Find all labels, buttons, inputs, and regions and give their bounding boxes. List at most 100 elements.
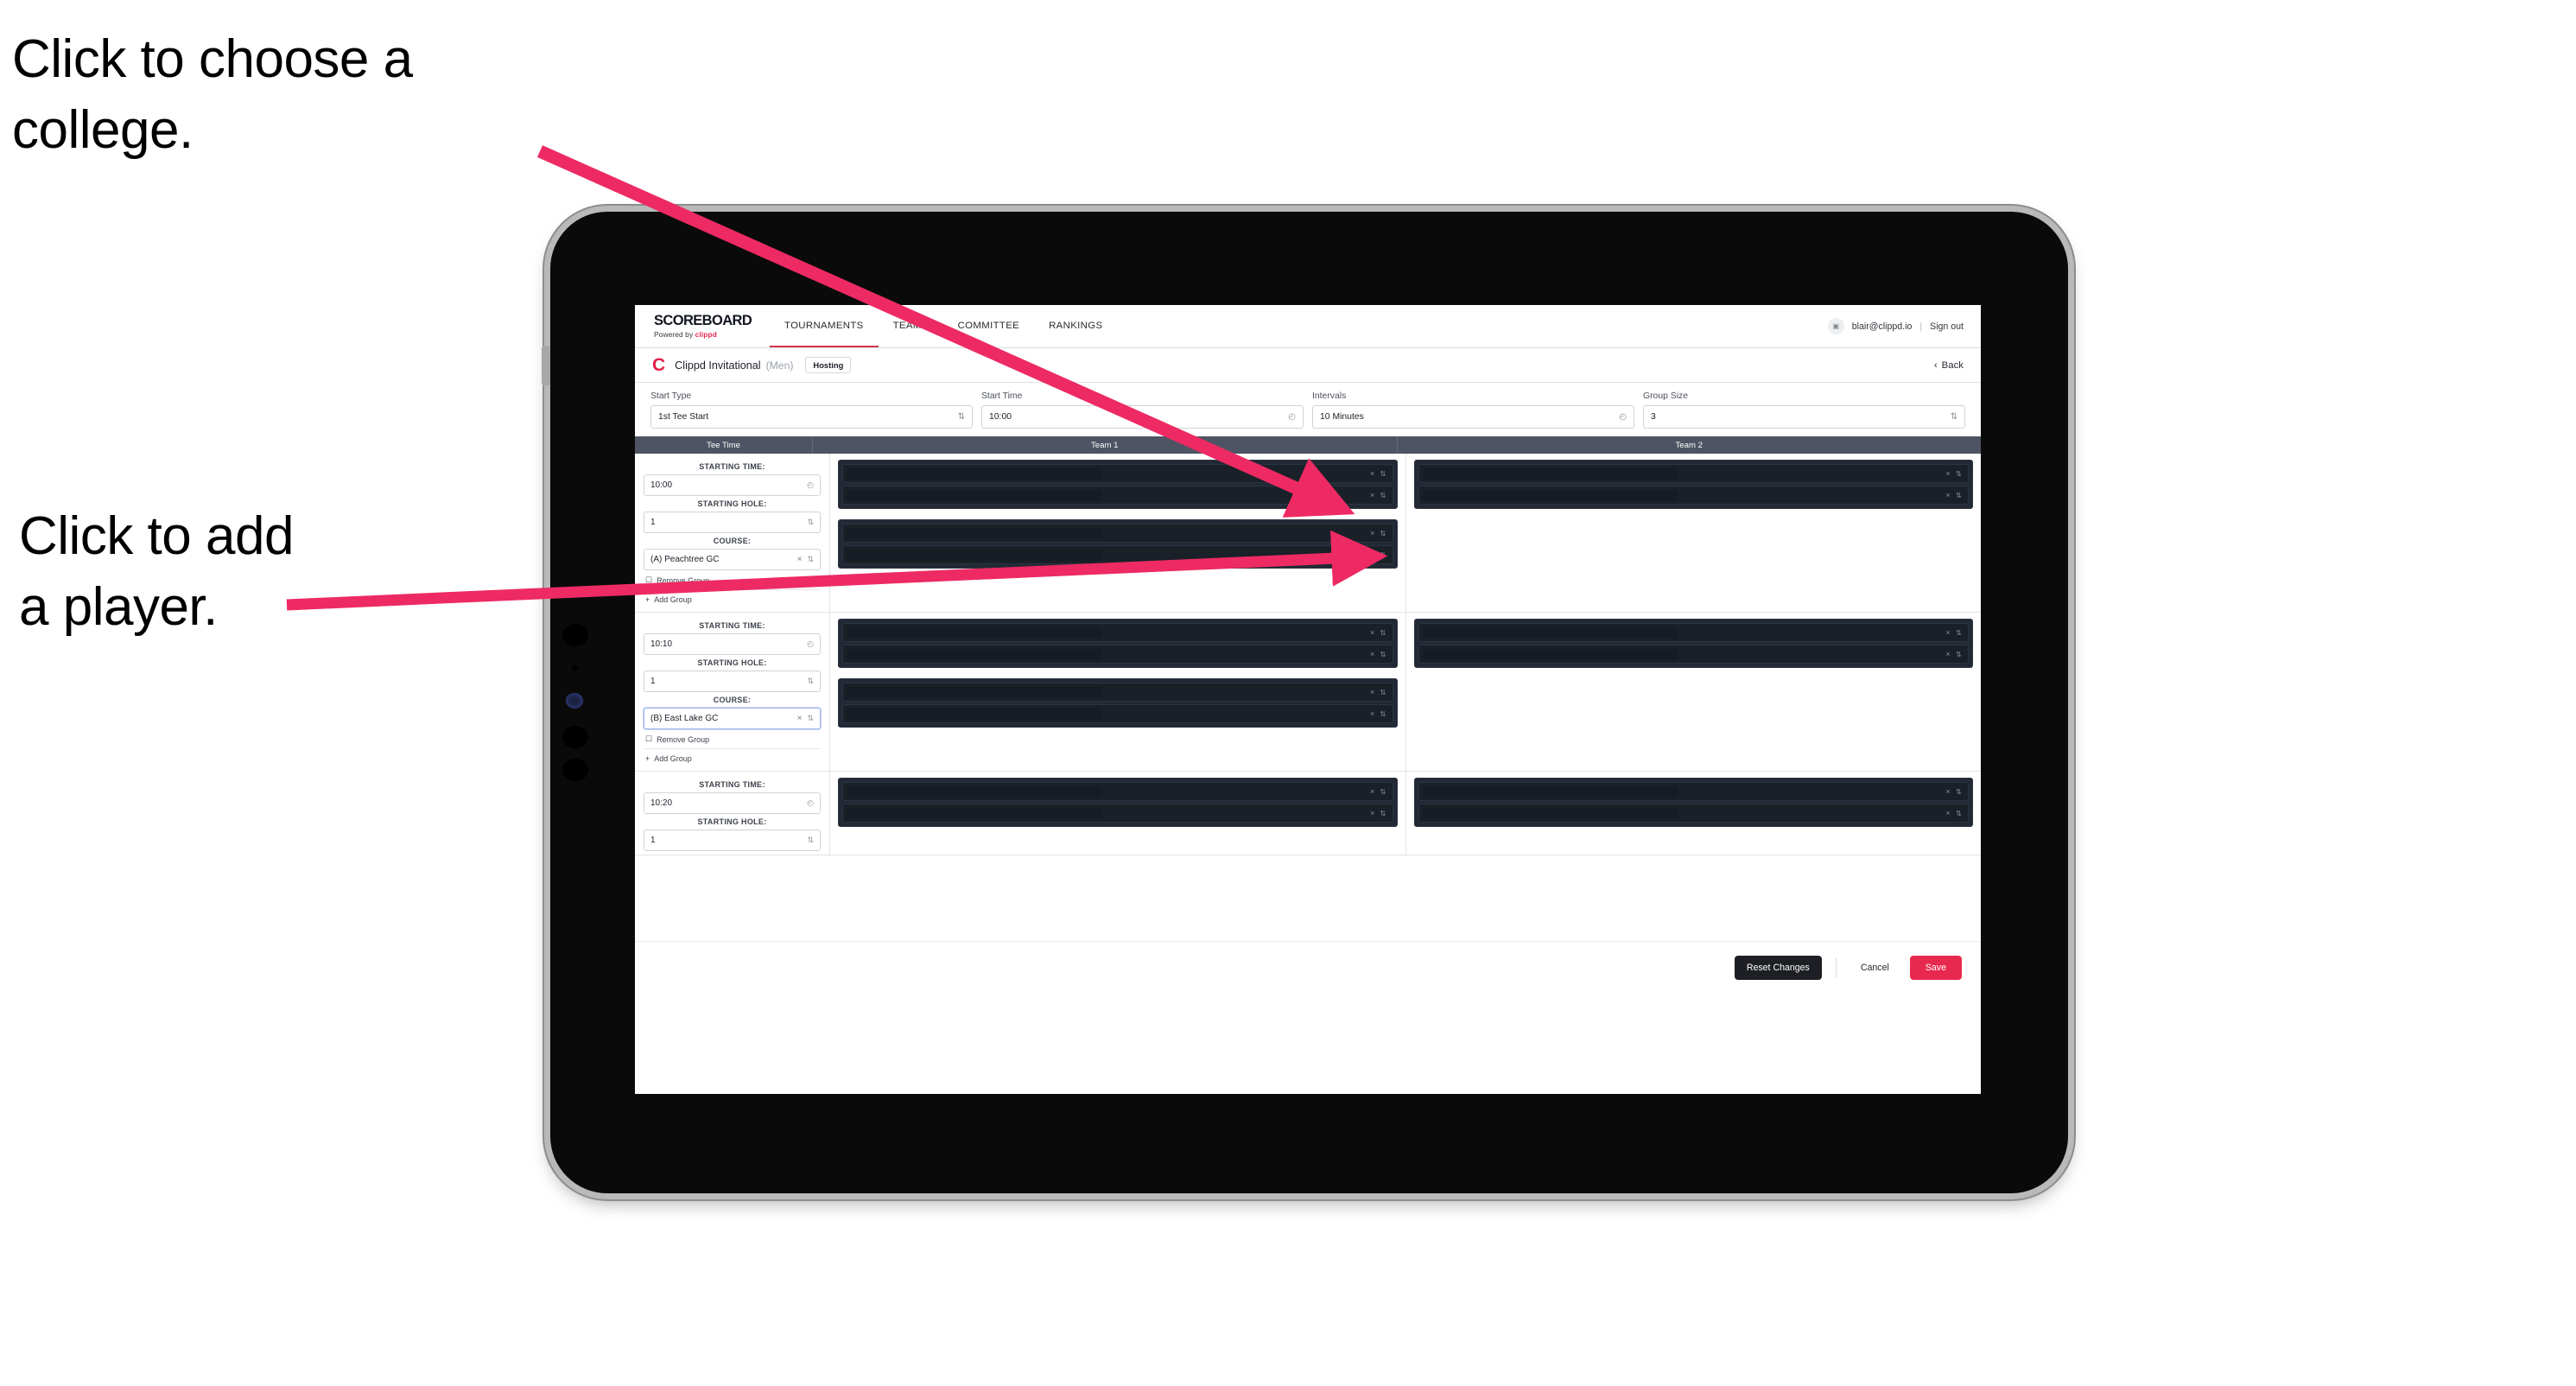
- add-group-button[interactable]: + Add Group: [644, 590, 821, 608]
- player-select-row[interactable]: × ⇅: [842, 645, 1393, 664]
- player-group[interactable]: × ⇅ × ⇅: [838, 678, 1398, 728]
- clear-icon[interactable]: ×: [1945, 650, 1951, 659]
- clock-icon[interactable]: ◴: [807, 798, 814, 808]
- nav-tab-rankings[interactable]: RANKINGS: [1034, 305, 1117, 347]
- player-group[interactable]: × ⇅ × ⇅: [1413, 619, 1973, 668]
- player-select-row[interactable]: × ⇅: [842, 486, 1393, 505]
- reset-changes-button[interactable]: Reset Changes: [1734, 956, 1822, 980]
- chevron-updown-icon[interactable]: ⇅: [807, 518, 814, 527]
- player-select-row[interactable]: × ⇅: [842, 683, 1393, 702]
- starting-time-input[interactable]: 10:20 ◴: [644, 792, 821, 814]
- clear-icon[interactable]: ×: [1370, 469, 1375, 479]
- nav-tab-committee[interactable]: COMMITTEE: [943, 305, 1035, 347]
- clear-icon[interactable]: ×: [1945, 469, 1951, 479]
- chevron-updown-icon[interactable]: ⇅: [1380, 650, 1386, 659]
- clear-icon[interactable]: ×: [1370, 491, 1375, 500]
- nav-tab-teams-label: TEAMS: [892, 320, 929, 331]
- chevron-updown-icon[interactable]: ⇅: [807, 677, 814, 686]
- power-button[interactable]: [542, 346, 550, 385]
- clear-icon[interactable]: ×: [1370, 809, 1375, 818]
- chevron-updown-icon[interactable]: ⇅: [1380, 628, 1386, 638]
- start-type-select[interactable]: 1st Tee Start ⇅: [650, 405, 973, 429]
- back-button[interactable]: ‹ Back: [1934, 360, 1964, 371]
- starting-time-input[interactable]: 10:10 ◴: [644, 633, 821, 655]
- chevron-updown-icon[interactable]: ⇅: [1956, 650, 1962, 659]
- starting-hole-input[interactable]: 1 ⇅: [644, 512, 821, 533]
- save-button[interactable]: Save: [1909, 956, 1962, 980]
- starting-hole-input[interactable]: 1 ⇅: [644, 830, 821, 851]
- clock-icon[interactable]: ◴: [807, 480, 814, 490]
- chevron-updown-icon[interactable]: ⇅: [1956, 491, 1962, 500]
- chevron-updown-icon[interactable]: ⇅: [807, 714, 814, 723]
- back-button-label: Back: [1941, 359, 1964, 371]
- player-group[interactable]: × ⇅ × ⇅: [838, 460, 1398, 509]
- add-group-button[interactable]: + Add Group: [644, 749, 821, 767]
- chevron-updown-icon[interactable]: ⇅: [1956, 628, 1962, 638]
- course-select[interactable]: (A) Peachtree GC × ⇅: [644, 549, 821, 570]
- player-select-row[interactable]: × ⇅: [1418, 782, 1969, 801]
- clear-icon[interactable]: ×: [1370, 650, 1375, 659]
- chevron-updown-icon[interactable]: ⇅: [1380, 491, 1386, 500]
- player-group[interactable]: × ⇅ × ⇅: [1413, 778, 1973, 827]
- chevron-updown-icon[interactable]: ⇅: [1380, 550, 1386, 560]
- chevron-updown-icon[interactable]: ⇅: [1956, 787, 1962, 797]
- starting-time-input-value: 10:20: [650, 798, 673, 808]
- clear-icon[interactable]: ×: [797, 555, 803, 564]
- nav-tab-tournaments[interactable]: TOURNAMENTS: [770, 305, 879, 347]
- clear-icon[interactable]: ×: [1945, 809, 1951, 818]
- player-select-row[interactable]: × ⇅: [842, 524, 1393, 543]
- clear-icon[interactable]: ×: [1370, 688, 1375, 697]
- clock-icon[interactable]: ◴: [807, 639, 814, 649]
- clear-icon[interactable]: ×: [1370, 709, 1375, 719]
- remove-group-button[interactable]: ☐ Remove Group: [644, 729, 821, 749]
- chevron-updown-icon[interactable]: ⇅: [1380, 809, 1386, 818]
- chevron-updown-icon[interactable]: ⇅: [1380, 709, 1386, 719]
- clear-icon[interactable]: ×: [797, 714, 803, 723]
- sign-out-link[interactable]: Sign out: [1930, 321, 1964, 332]
- intervals-input[interactable]: 10 Minutes ◴: [1312, 405, 1634, 429]
- brand-logo[interactable]: SCOREBOARD Powered by clippd: [635, 305, 770, 347]
- clear-icon[interactable]: ×: [1945, 787, 1951, 797]
- player-select-row[interactable]: × ⇅: [842, 464, 1393, 483]
- player-select-row[interactable]: × ⇅: [1418, 804, 1969, 823]
- clear-icon[interactable]: ×: [1370, 628, 1375, 638]
- clear-icon[interactable]: ×: [1945, 491, 1951, 500]
- team-2-cell: × ⇅ × ⇅: [1406, 772, 1982, 855]
- clear-icon[interactable]: ×: [1370, 787, 1375, 797]
- chevron-updown-icon[interactable]: ⇅: [1380, 469, 1386, 479]
- chevron-updown-icon[interactable]: ⇅: [1380, 688, 1386, 697]
- player-select-row[interactable]: × ⇅: [1418, 623, 1969, 642]
- chevron-updown-icon[interactable]: ⇅: [807, 836, 814, 845]
- player-group[interactable]: × ⇅ × ⇅: [1413, 460, 1973, 509]
- player-group[interactable]: × ⇅ × ⇅: [838, 619, 1398, 668]
- clear-icon[interactable]: ×: [1370, 550, 1375, 560]
- player-select-row[interactable]: × ⇅: [1418, 464, 1969, 483]
- chevron-updown-icon[interactable]: ⇅: [1956, 809, 1962, 818]
- cancel-button[interactable]: Cancel: [1850, 956, 1900, 980]
- tee-time-group: STARTING TIME: 10:20 ◴ STARTING HOLE: 1 ⇅ × ⇅ × ⇅…: [635, 772, 1981, 855]
- course-select[interactable]: (B) East Lake GC × ⇅: [644, 708, 821, 729]
- clear-icon[interactable]: ×: [1945, 628, 1951, 638]
- avatar[interactable]: ▣: [1827, 318, 1844, 334]
- player-select-row[interactable]: × ⇅: [842, 782, 1393, 801]
- player-group[interactable]: × ⇅ × ⇅: [838, 778, 1398, 827]
- starting-hole-input[interactable]: 1 ⇅: [644, 671, 821, 692]
- start-time-input[interactable]: 10:00 ◴: [981, 405, 1304, 429]
- remove-group-button[interactable]: ☐ Remove Group: [644, 570, 821, 590]
- tee-sheet-table-body[interactable]: STARTING TIME: 10:00 ◴ STARTING HOLE: 1 ⇅ COUR…: [635, 454, 1981, 941]
- player-select-row[interactable]: × ⇅: [1418, 645, 1969, 664]
- nav-tab-teams[interactable]: TEAMS: [879, 305, 943, 347]
- player-select-row[interactable]: × ⇅: [1418, 486, 1969, 505]
- chevron-updown-icon[interactable]: ⇅: [1380, 529, 1386, 538]
- group-size-select[interactable]: 3 ⇅: [1643, 405, 1965, 429]
- chevron-updown-icon[interactable]: ⇅: [1380, 787, 1386, 797]
- chevron-updown-icon[interactable]: ⇅: [1956, 469, 1962, 479]
- starting-time-input[interactable]: 10:00 ◴: [644, 474, 821, 496]
- player-select-row[interactable]: × ⇅: [842, 623, 1393, 642]
- player-select-row[interactable]: × ⇅: [842, 804, 1393, 823]
- clear-icon[interactable]: ×: [1370, 529, 1375, 538]
- chevron-updown-icon[interactable]: ⇅: [807, 555, 814, 564]
- player-group[interactable]: × ⇅ × ⇅: [838, 519, 1398, 569]
- player-select-row[interactable]: × ⇅: [842, 704, 1393, 723]
- player-select-row[interactable]: × ⇅: [842, 545, 1393, 564]
